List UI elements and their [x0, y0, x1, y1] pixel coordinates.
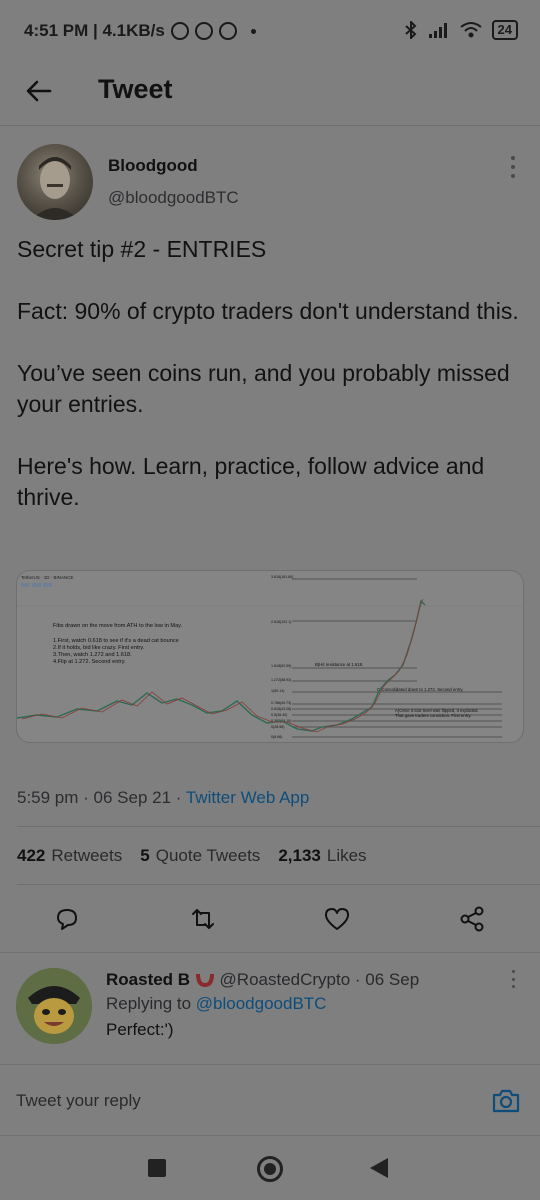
svg-text:3.618(181.60): 3.618(181.60) — [271, 575, 293, 579]
avatar-portrait — [31, 157, 79, 220]
reply-text: Perfect:') — [106, 1020, 174, 1039]
likes-count: 2,133 — [278, 846, 321, 865]
replying-mention[interactable]: @bloodgoodBTC — [196, 994, 327, 1013]
svg-text:1(50.13): 1(50.13) — [271, 689, 284, 693]
retweets-label: Retweets — [51, 846, 123, 865]
tweet-paragraph: Here's how. Learn, practice, follow advi… — [17, 453, 485, 510]
signal-icon — [428, 23, 447, 38]
whatsapp-icon — [194, 22, 213, 40]
back-arrow-icon[interactable] — [24, 76, 54, 106]
tweet-paragraph: Fact: 90% of crypto traders don't unders… — [17, 298, 519, 324]
tweet-timestamp: 5:59 pm · 06 Sep 21 · Twitter Web App — [17, 788, 309, 808]
svg-text:That gave traders conviction.: That gave traders conviction. First entr… — [395, 713, 471, 718]
author-name[interactable]: Bloodgood — [108, 156, 198, 176]
header: Tweet — [0, 62, 540, 126]
svg-text:B)Hit resistance at 1.618.: B)Hit resistance at 1.618. — [315, 662, 363, 667]
chart-notes: Fibs drawn on the move from ATH to the l… — [53, 623, 183, 665]
camera-icon[interactable] — [490, 1085, 522, 1117]
alarm-icon — [170, 22, 189, 40]
chart-header-text: TetherUS · 1D · BINANCE — [21, 575, 74, 580]
notification-dot-icon — [250, 28, 256, 34]
quotes-count: 5 — [140, 846, 150, 865]
tweet-paragraph: You’ve seen coins run, and you probably … — [17, 360, 510, 417]
replying-prefix: Replying to — [106, 994, 196, 1013]
chart-annotations: B)Hit resistance at 1.618. C)Consolidate… — [315, 662, 479, 718]
quotes-label: Quote Tweets — [155, 846, 261, 865]
reply-header: Roasted B @RoastedCrypto · 06 Sep — [106, 970, 419, 990]
svg-text:0.618(43.28): 0.618(43.28) — [271, 707, 291, 711]
reply-input[interactable] — [16, 1091, 456, 1111]
quotes-stat[interactable]: 5 Quote Tweets — [140, 846, 260, 866]
svg-text:C)Consolidated down to 1.272.: C)Consolidated down to 1.272. Second ent… — [377, 687, 463, 692]
retweets-stat[interactable]: 422 Retweets — [17, 846, 122, 866]
svg-text:0(8.66): 0(8.66) — [271, 735, 282, 739]
share-icon[interactable] — [457, 904, 487, 934]
tweet-media-image[interactable]: TetherUS · 1D · BINANCE Fibs drawn on th… — [16, 570, 524, 743]
reply-more-options-icon[interactable] — [508, 970, 518, 988]
status-time: 4:51 PM | 4.1KB/s — [24, 21, 165, 40]
system-nav-bar — [0, 1136, 540, 1200]
author-handle[interactable]: @bloodgoodBTC — [108, 188, 239, 208]
reply-avatar-image — [16, 968, 92, 1044]
retweet-icon[interactable] — [188, 904, 218, 934]
note-line: 1.First, watch 0.618 to see if it's a de… — [53, 638, 179, 644]
reply-composer — [0, 1064, 540, 1136]
alarm-clock-icon — [218, 22, 237, 40]
svg-text:2.618(122.1): 2.618(122.1) — [271, 620, 291, 624]
tweet-paragraph: Secret tip #2 - ENTRIES — [17, 236, 267, 262]
reply-icon[interactable] — [52, 904, 82, 934]
author-avatar[interactable] — [17, 144, 93, 220]
tweet-stats: 422 Retweets 5 Quote Tweets 2,133 Likes — [17, 846, 367, 866]
note-line: 3.Then, watch 1.272 and 1.618. — [53, 652, 132, 658]
reply-avatar[interactable] — [16, 968, 92, 1044]
svg-text:1.272(68.93): 1.272(68.93) — [271, 678, 291, 682]
reply-handle-date[interactable]: @RoastedCrypto · 06 Sep — [220, 970, 420, 989]
status-bar: 4:51 PM | 4.1KB/s 24 — [0, 0, 540, 62]
note-line: 4.Flip at 1.272. Second entry. — [53, 659, 126, 665]
retweets-count: 422 — [17, 846, 46, 865]
svg-text:0.786(40.73): 0.786(40.73) — [271, 701, 291, 705]
home-button[interactable] — [257, 1156, 283, 1182]
tweet-text: Secret tip #2 - ENTRIES Fact: 90% of cry… — [17, 234, 527, 544]
likes-stat[interactable]: 2,133 Likes — [278, 846, 366, 866]
divider — [17, 884, 540, 885]
note-line: 2.If it holds, bid like crazy. First ent… — [53, 645, 145, 651]
client-link[interactable]: Twitter Web App — [186, 788, 309, 807]
recents-button[interactable] — [148, 1159, 166, 1177]
status-right: 24 — [404, 20, 518, 40]
divider — [0, 952, 540, 953]
more-options-icon[interactable] — [508, 156, 518, 178]
reply-author-name[interactable]: Roasted B — [106, 970, 190, 989]
divider — [17, 826, 540, 827]
bluetooth-icon — [404, 21, 416, 39]
like-heart-icon[interactable] — [322, 904, 352, 934]
chart-screenshot: TetherUS · 1D · BINANCE Fibs drawn on th… — [17, 575, 523, 739]
status-left: 4:51 PM | 4.1KB/s — [24, 21, 256, 41]
tweet-actions — [0, 900, 540, 940]
system-back-button[interactable] — [370, 1158, 388, 1178]
magnet-emoji-icon — [195, 973, 214, 988]
replying-to: Replying to @bloodgoodBTC — [106, 994, 326, 1014]
page-title: Tweet — [98, 74, 173, 104]
wifi-icon — [459, 22, 482, 38]
battery-icon: 24 — [491, 20, 518, 40]
timestamp-text: 5:59 pm · 06 Sep 21 · — [17, 788, 186, 807]
fib-labels: 3.618(181.60) 2.618(122.1) 1.618(92.59) … — [271, 575, 293, 739]
svg-text:1.618(92.59): 1.618(92.59) — [271, 664, 291, 668]
likes-label: Likes — [326, 846, 367, 865]
note-line: Fibs drawn on the move from ATH to the l… — [53, 623, 183, 629]
svg-text:0.5(38.40): 0.5(38.40) — [271, 713, 287, 717]
svg-text:0(28.56): 0(28.56) — [271, 725, 284, 729]
